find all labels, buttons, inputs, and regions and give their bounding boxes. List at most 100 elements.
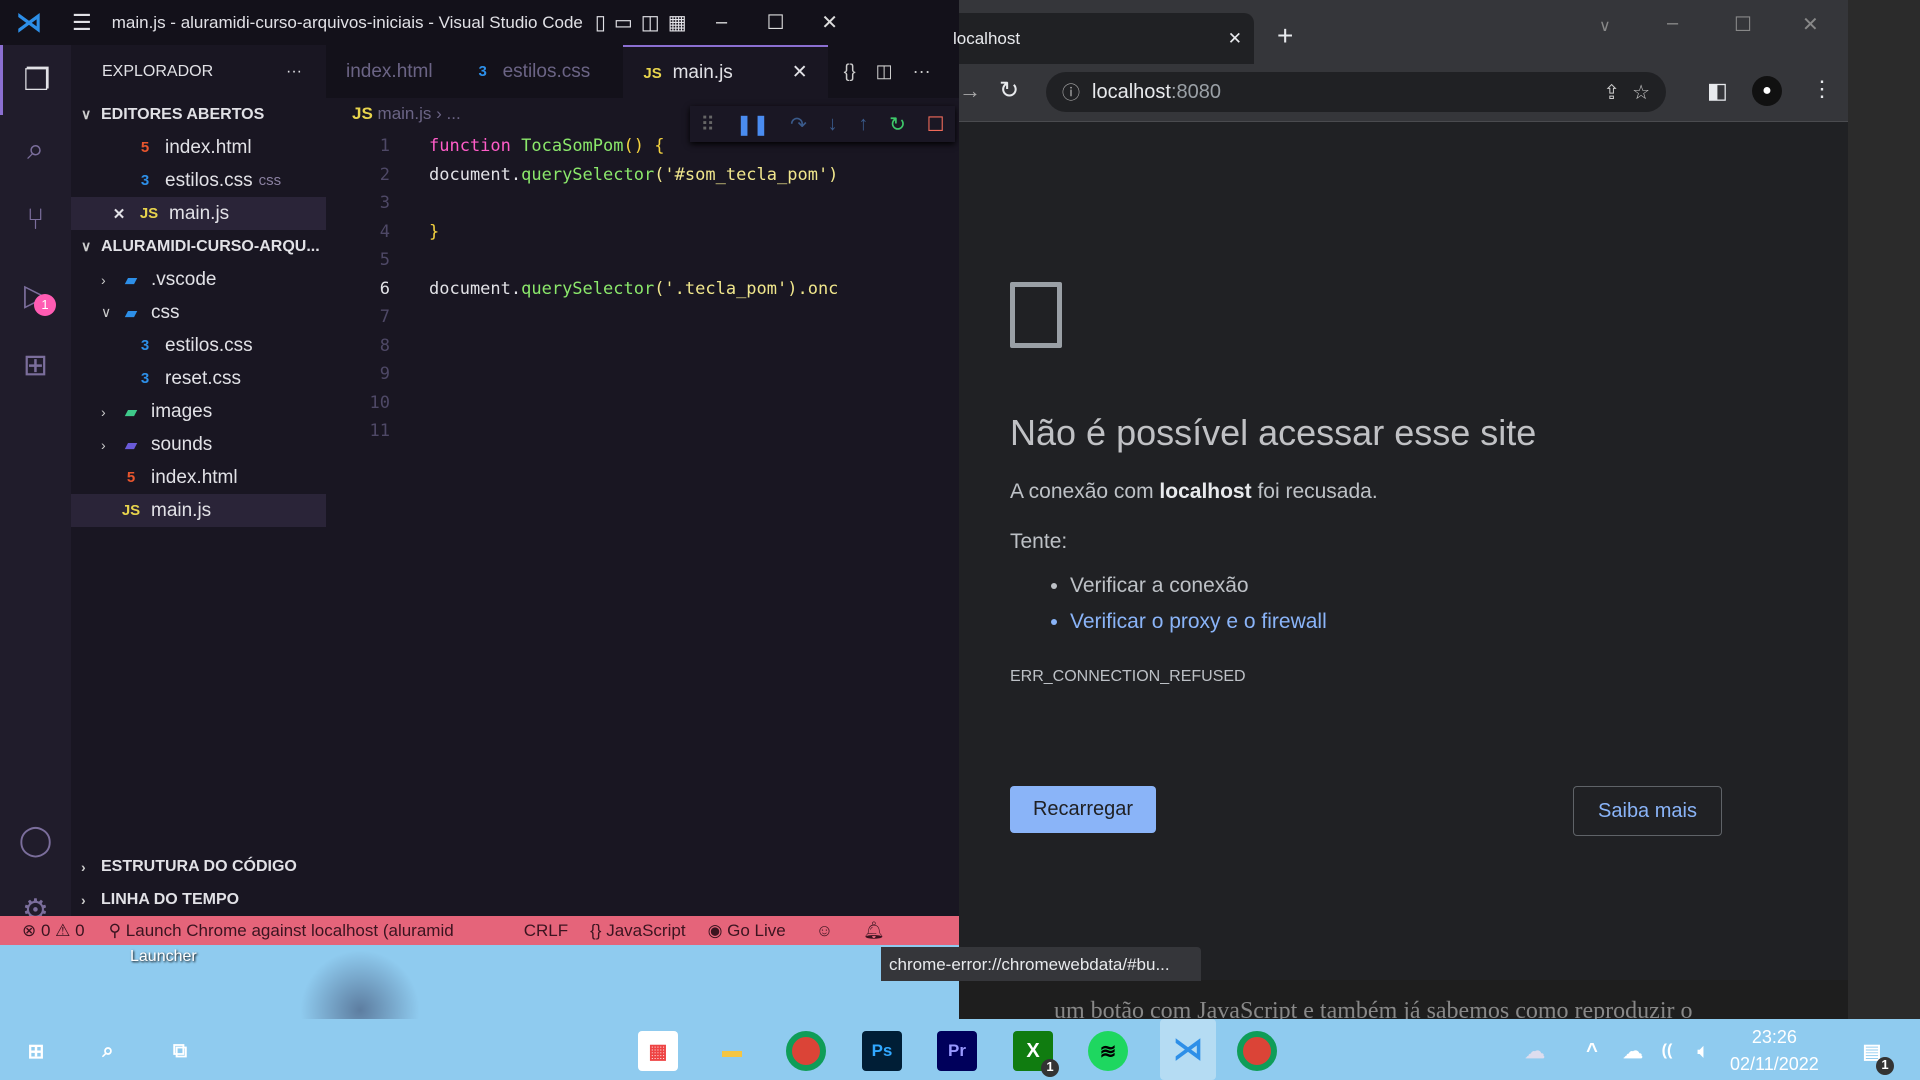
launch-config-status[interactable]: ⚲ Launch Chrome against localhost (alura… <box>109 921 454 941</box>
task-view-icon[interactable]: ⧉ <box>160 1031 200 1071</box>
extensions-icon[interactable]: ⊞ <box>0 330 71 400</box>
tree-folder[interactable]: › ▰ .vscode <box>71 263 326 296</box>
run-debug-icon[interactable]: ▷ 1 <box>0 260 71 330</box>
show-hidden-icons[interactable]: ^ <box>1580 1031 1604 1071</box>
line-number: 9 <box>379 364 390 385</box>
error-page: Não é possível acessar esse site A conex… <box>1010 282 1810 686</box>
tree-folder[interactable]: ∨ ▰ css <box>71 296 326 329</box>
problems-status[interactable]: ⊗ 0 ⚠ 0 <box>22 921 85 941</box>
minimize-button[interactable]: – <box>695 11 749 34</box>
braces-icon[interactable]: {} <box>844 61 856 82</box>
timeline-section[interactable]: › LINHA DO TEMPO <box>81 883 239 916</box>
eol-status[interactable]: CRLF <box>524 921 568 941</box>
side-panel-icon[interactable]: ◧ <box>1707 78 1728 104</box>
browser-tab[interactable]: localhost ✕ <box>953 13 1254 64</box>
suggestion-link[interactable]: Verificar o proxy e o firewall <box>1070 604 1810 640</box>
stop-icon[interactable]: ☐ <box>927 112 945 137</box>
tree-folder[interactable]: › ▰ images <box>71 395 326 428</box>
xbox-icon[interactable]: X1 <box>1013 1031 1059 1077</box>
open-editor-item[interactable]: 5 index.html <box>71 131 326 164</box>
step-into-icon[interactable]: ↓ <box>828 113 838 136</box>
tree-file[interactable]: JS main.js <box>71 494 326 527</box>
error-count: 0 <box>40 920 51 940</box>
onedrive-icon[interactable]: ☁ <box>1618 1031 1648 1071</box>
open-editor-item[interactable]: ✕ JS main.js <box>71 197 326 230</box>
tree-file[interactable]: 3 reset.css <box>71 362 326 395</box>
golive-status[interactable]: ◉ Go Live <box>708 921 786 941</box>
tab-estilos-css[interactable]: 3 estilos.css <box>453 45 623 98</box>
source-control-icon[interactable]: ⑂ <box>0 185 71 255</box>
address-bar[interactable]: ⓘ localhost:8080 ⇪ ☆ <box>1046 72 1666 112</box>
feedback-icon[interactable]: ☺ <box>816 921 833 941</box>
drag-handle-icon[interactable]: ⠿ <box>700 112 715 137</box>
open-editors-section[interactable]: ∨ EDITORES ABERTOS <box>71 98 326 131</box>
project-section[interactable]: ∨ ALURAMIDI-CURSO-ARQU... <box>71 230 326 263</box>
account-icon[interactable]: ◯ <box>0 805 71 875</box>
profile-avatar-icon[interactable]: ● <box>1752 76 1782 106</box>
maximize-button[interactable]: ☐ <box>1734 12 1752 37</box>
explorer-icon[interactable]: ❐ <box>0 45 71 115</box>
tab-search-icon[interactable]: ∨ <box>1599 16 1611 36</box>
share-icon[interactable]: ⇪ <box>1603 80 1620 105</box>
learn-more-button[interactable]: Saiba mais <box>1573 786 1722 836</box>
site-info-icon[interactable]: ⓘ <box>1062 79 1080 105</box>
line-number: 5 <box>379 250 390 271</box>
more-actions-icon[interactable]: ··· <box>913 61 931 82</box>
chrome-menu-icon[interactable]: ⋮ <box>1811 76 1833 102</box>
pause-icon[interactable]: ❚❚ <box>736 112 770 137</box>
open-editor-item[interactable]: 3 estilos.css css <box>71 164 326 197</box>
notification-center-icon[interactable]: ▤ 1 <box>1852 1031 1894 1075</box>
reload-button[interactable]: Recarregar <box>1010 786 1156 833</box>
vscode-taskbar-icon[interactable]: ⋊ <box>1160 1019 1216 1080</box>
tree-file[interactable]: 5 index.html <box>71 461 326 494</box>
store-icon[interactable]: ▦ <box>638 1031 678 1071</box>
notifications-bell-icon[interactable]: 🔔︎ <box>863 921 885 941</box>
search-icon[interactable]: ⌕ <box>0 115 71 185</box>
tab-main-js[interactable]: JS main.js ✕ <box>622 45 828 98</box>
start-windows-icon[interactable]: ⊞ <box>16 1031 56 1071</box>
restart-icon[interactable]: ↻ <box>889 112 906 137</box>
breadcrumb-rest[interactable]: ... <box>447 104 461 123</box>
maximize-button[interactable]: ☐ <box>749 10 803 35</box>
close-tab-icon[interactable]: ✕ <box>1228 29 1242 49</box>
photoshop-icon[interactable]: Ps <box>862 1031 902 1071</box>
tree-file[interactable]: 3 estilos.css <box>71 329 326 362</box>
spotify-icon[interactable]: ≋ <box>1088 1031 1128 1071</box>
warning-count: 0 <box>75 920 85 940</box>
activity-bar: ❐ ⌕ ⑂ ▷ 1 ⊞ ◯ ⚙ <box>0 45 71 927</box>
msg-text: foi recusada. <box>1251 480 1378 503</box>
close-icon[interactable]: ✕ <box>109 205 129 223</box>
close-button[interactable]: ✕ <box>1802 12 1819 37</box>
premiere-icon[interactable]: Pr <box>937 1031 977 1071</box>
close-tab-icon[interactable]: ✕ <box>792 61 808 84</box>
forward-icon[interactable]: → <box>959 78 981 104</box>
chrome-icon[interactable] <box>1237 1031 1277 1071</box>
step-over-icon[interactable]: ↷ <box>790 112 807 137</box>
folder-name: images <box>151 400 213 422</box>
code-editor[interactable]: 1 function TocaSomPom () { 2 document. quer… <box>326 132 886 446</box>
chrome-icon[interactable] <box>786 1031 826 1071</box>
tree-folder[interactable]: › ▰ sounds <box>71 428 326 461</box>
breadcrumb-file[interactable]: main.js <box>378 104 432 123</box>
file-explorer-icon[interactable]: ▬ <box>712 1031 752 1071</box>
new-tab-icon[interactable]: + <box>1277 20 1293 52</box>
weather-icon[interactable]: ☁ <box>1515 1031 1555 1071</box>
tab-index-html[interactable]: index.html <box>326 45 453 98</box>
minimize-button[interactable]: – <box>1667 12 1678 35</box>
wifi-icon[interactable]: (( <box>1652 1031 1682 1071</box>
more-actions-icon[interactable]: ··· <box>286 63 302 81</box>
clock[interactable]: 23:26 02/11/2022 <box>1730 1024 1819 1078</box>
layout-toggle-icons[interactable]: ▯▭◫▦ <box>595 10 695 35</box>
menu-icon[interactable]: ☰ <box>72 10 92 36</box>
volume-icon[interactable]: 🔈︎ <box>1688 1031 1718 1071</box>
bookmark-star-icon[interactable]: ☆ <box>1632 80 1650 105</box>
step-out-icon[interactable]: ↑ <box>858 113 868 136</box>
language-status[interactable]: {} JavaScript <box>590 921 685 941</box>
split-editor-icon[interactable]: ◫ <box>876 61 893 82</box>
chevron-right-icon: › <box>81 858 86 875</box>
close-button[interactable]: ✕ <box>803 10 857 35</box>
desktop-launcher-label[interactable]: Launcher <box>130 948 197 966</box>
reload-icon[interactable]: ↻ <box>999 76 1019 105</box>
search-icon[interactable]: ⌕ <box>88 1031 128 1071</box>
outline-section[interactable]: › ESTRUTURA DO CÓDIGO <box>81 850 297 883</box>
